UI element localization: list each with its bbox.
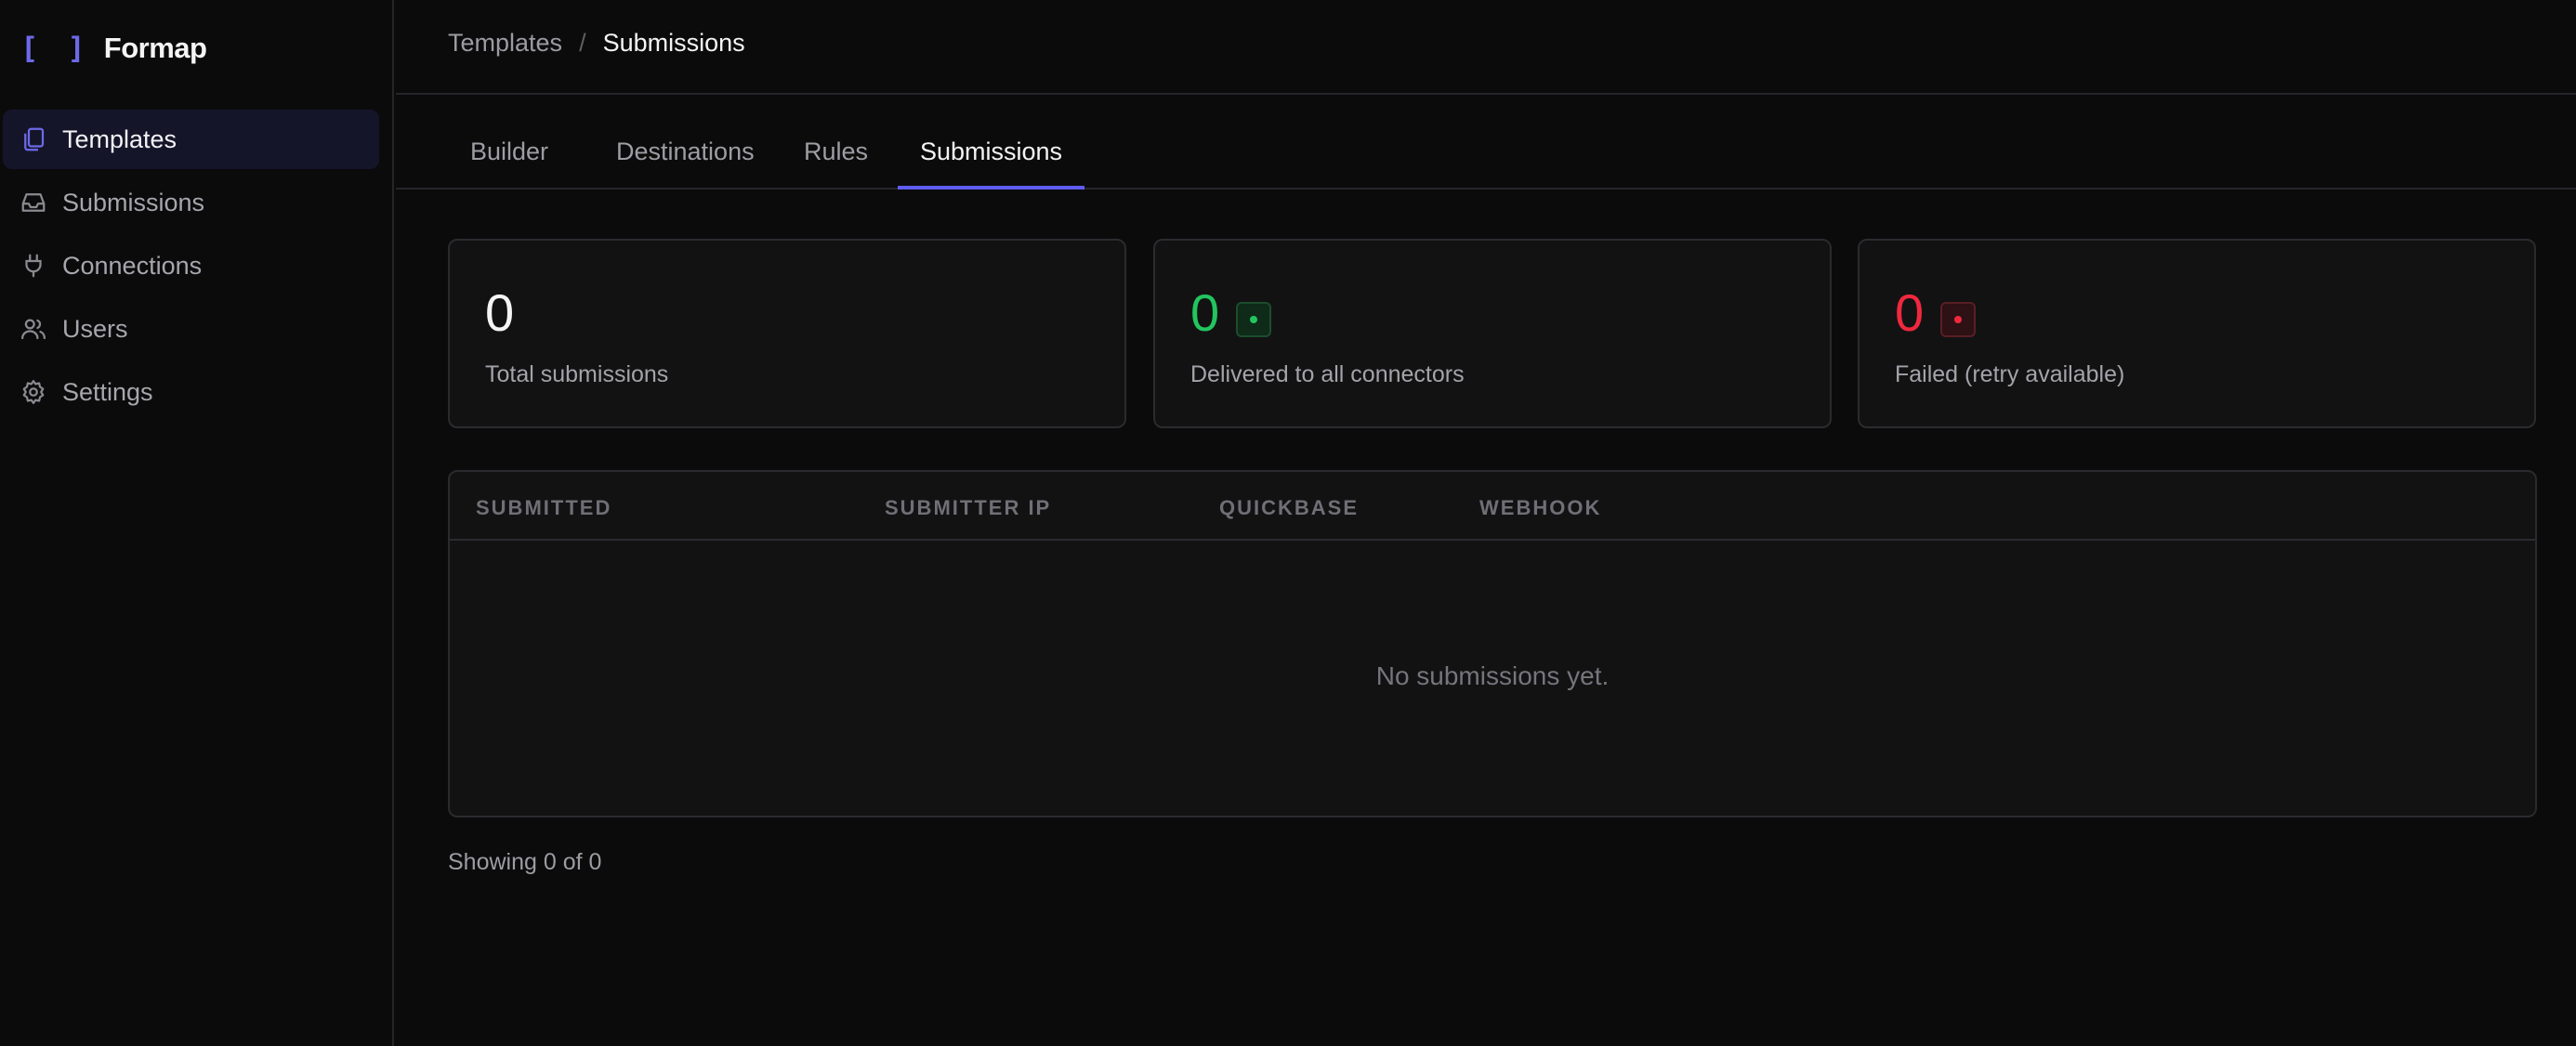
topbar: Templates / Submissions: [396, 0, 2576, 95]
sidebar-item-label: Settings: [62, 377, 153, 406]
stat-card-failed: 0 Failed (retry available): [1858, 239, 2536, 428]
stat-label-total: Total submissions: [485, 361, 669, 387]
column-header-webhook[interactable]: WEBHOOK: [1479, 496, 1601, 520]
table-header: SUBMITTED SUBMITTER IP QUICKBASE WEBHOOK: [450, 472, 2535, 541]
submissions-table: SUBMITTED SUBMITTER IP QUICKBASE WEBHOOK…: [448, 470, 2537, 817]
sidebar-item-label: Users: [62, 314, 128, 343]
bracket-logo-icon: [ ]: [20, 31, 91, 66]
stat-value-delivered: 0: [1190, 283, 1220, 342]
stat-value-row: 0: [485, 283, 514, 343]
sidebar-item-label: Templates: [62, 124, 177, 153]
sidebar-item-users[interactable]: Users: [3, 299, 379, 359]
users-icon: [21, 319, 46, 340]
stat-label-delivered: Delivered to all connectors: [1190, 361, 1465, 387]
sidebar: [ ] Formap Templates Submissions Connect…: [0, 0, 394, 1046]
tab-rules[interactable]: Rules: [782, 128, 890, 190]
gear-icon: [22, 380, 45, 404]
brand-name: Formap: [103, 32, 207, 64]
column-header-submitted[interactable]: SUBMITTED: [476, 496, 611, 520]
pagination-count: Showing 0 of 0: [448, 849, 602, 875]
stat-value-failed: 0: [1895, 283, 1925, 342]
inbox-icon: [21, 193, 46, 212]
red-dot-icon: [1940, 302, 1977, 337]
sidebar-item-settings[interactable]: Settings: [3, 362, 379, 422]
tab-destinations[interactable]: Destinations: [594, 128, 777, 190]
breadcrumb-separator: /: [579, 28, 586, 57]
breadcrumb-templates-link[interactable]: Templates: [448, 29, 562, 58]
column-header-quickbase[interactable]: QUICKBASE: [1219, 496, 1359, 520]
empty-state-message: No submissions yet.: [1375, 661, 1610, 690]
stat-value-row: 0: [1190, 283, 1272, 343]
tab-bar: Builder Destinations Rules Submissions: [396, 97, 2576, 190]
stat-value-row: 0: [1895, 283, 1977, 343]
column-header-submitter-ip[interactable]: SUBMITTER IP: [885, 496, 1051, 520]
tab-builder[interactable]: Builder: [448, 128, 571, 190]
sidebar-item-label: Connections: [62, 251, 203, 280]
sidebar-item-templates[interactable]: Templates: [3, 110, 379, 169]
breadcrumb-current: Submissions: [602, 28, 745, 57]
stat-card-total: 0 Total submissions: [448, 239, 1126, 428]
breadcrumb: Templates / Submissions: [448, 24, 745, 61]
stat-card-delivered: 0 Delivered to all connectors: [1153, 239, 1832, 428]
tab-submissions[interactable]: Submissions: [898, 128, 1085, 190]
sidebar-item-connections[interactable]: Connections: [3, 236, 379, 295]
plug-icon: [25, 254, 42, 278]
copy-icon: [24, 127, 45, 151]
brand[interactable]: [ ] Formap: [20, 28, 207, 69]
stat-value-total: 0: [485, 283, 515, 342]
sidebar-item-label: Submissions: [62, 188, 205, 216]
stat-label-failed: Failed (retry available): [1895, 361, 2125, 387]
sidebar-item-submissions[interactable]: Submissions: [3, 173, 379, 232]
sidebar-nav: Templates Submissions Connections Users …: [3, 110, 379, 425]
green-dot-icon: [1236, 302, 1272, 337]
